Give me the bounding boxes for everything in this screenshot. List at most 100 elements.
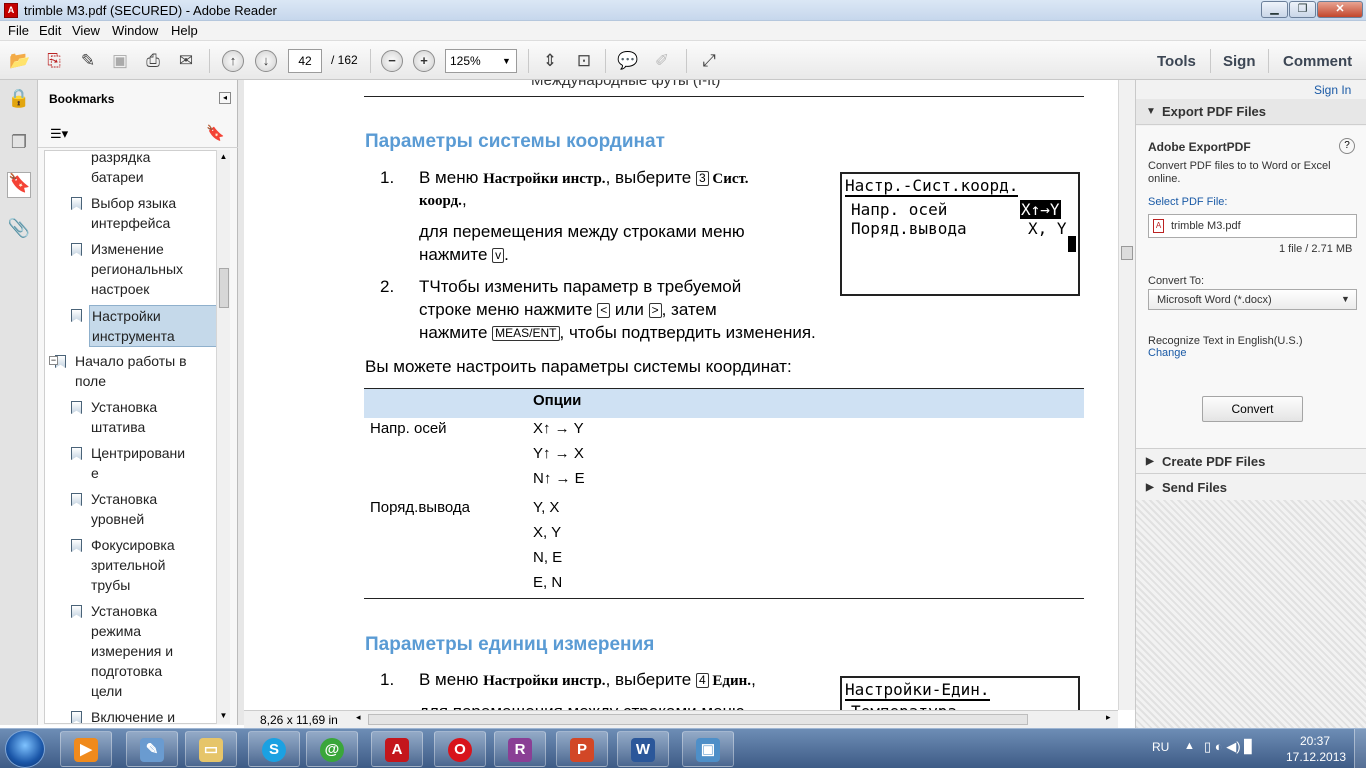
- key: MEAS/ENT: [492, 326, 560, 341]
- clock-date[interactable]: 17.12.2013: [1286, 750, 1346, 764]
- taskbar-skype[interactable]: S: [248, 731, 300, 767]
- taskbar-word[interactable]: W: [617, 731, 669, 767]
- step-text: ТЧтобы изменить параметр в требуемой: [419, 277, 742, 296]
- bookmark-item[interactable]: Фокусировка зрительной трубы: [89, 535, 221, 595]
- tray-expand-icon[interactable]: ▲: [1184, 740, 1195, 752]
- menu-window[interactable]: Window: [112, 23, 158, 38]
- help-icon[interactable]: ?: [1339, 138, 1355, 154]
- taskbar-powerpoint[interactable]: P: [556, 731, 608, 767]
- screen-label: Поряд.вывода: [851, 219, 967, 238]
- show-desktop-button[interactable]: [1354, 729, 1366, 768]
- language-indicator[interactable]: RU: [1152, 740, 1169, 754]
- taskbar-explorer[interactable]: ▭: [185, 731, 237, 767]
- new-bookmark-icon[interactable]: 🔖: [206, 124, 225, 142]
- text: В меню: [419, 670, 484, 689]
- create-pdf-header[interactable]: ▶ Create PDF Files: [1136, 448, 1366, 474]
- bookmark-item[interactable]: Включение и: [89, 707, 221, 723]
- export-pdf-header[interactable]: ▼ Export PDF Files: [1136, 99, 1366, 125]
- bookmark-item[interactable]: Изменение региональных настроек: [89, 239, 221, 299]
- lock-icon[interactable]: 🔒: [7, 88, 31, 114]
- horizontal-scroll-thumb[interactable]: [368, 714, 1028, 725]
- menu-help[interactable]: Help: [171, 23, 198, 38]
- open-folder-icon[interactable]: 📂: [8, 49, 32, 73]
- taskbar: ▶ ✎ ▭ S @ A O R P W ▣ RU ▲ ▯ ◐ ◀) ▊ 20:3…: [0, 728, 1366, 768]
- step-text: нажмите v.: [419, 245, 509, 265]
- step-number: 2.: [380, 277, 395, 296]
- change-link[interactable]: Change: [1148, 347, 1187, 359]
- zoom-in-icon[interactable]: +: [413, 50, 435, 72]
- maximize-button[interactable]: ❐: [1289, 1, 1316, 18]
- scroll-down-icon[interactable]: ▼: [218, 710, 229, 722]
- highlight-icon[interactable]: ✐: [650, 49, 674, 73]
- menu-view[interactable]: View: [72, 23, 100, 38]
- word-icon: W: [631, 738, 655, 762]
- taskbar-photo-viewer[interactable]: ▣: [682, 731, 734, 767]
- close-button[interactable]: ✕: [1317, 1, 1363, 18]
- scroll-left-icon[interactable]: ◂: [356, 712, 361, 723]
- bookmark-label: измерения и: [91, 643, 174, 659]
- pages-icon[interactable]: ❐: [7, 132, 31, 158]
- previous-page-icon[interactable]: ↑: [222, 50, 244, 72]
- next-page-icon[interactable]: ↓: [255, 50, 277, 72]
- fit-page-icon[interactable]: ⇕: [538, 49, 562, 73]
- step-text: В меню Настройки инстр., выберите 3 Сист…: [419, 168, 749, 188]
- minimize-button[interactable]: ▁: [1261, 1, 1288, 18]
- selected-file-box[interactable]: A trimble M3.pdf: [1148, 214, 1357, 238]
- scroll-up-icon[interactable]: ▲: [218, 151, 229, 163]
- bookmark-item[interactable]: Установка уровней: [89, 489, 221, 529]
- create-pdf-icon[interactable]: ⎘: [42, 49, 66, 73]
- table-option: N, E: [533, 549, 563, 566]
- document-scrollbar[interactable]: [1118, 80, 1135, 710]
- taskbar-adobe-reader[interactable]: A: [371, 731, 423, 767]
- tray-icons[interactable]: ▯ ◐ ◀) ▊: [1204, 739, 1254, 755]
- send-files-header[interactable]: ▶ Send Files: [1136, 475, 1366, 501]
- options-menu-icon[interactable]: ☰▾: [50, 126, 68, 142]
- sign-tab[interactable]: Sign: [1223, 53, 1256, 70]
- key: v: [492, 248, 505, 263]
- bookmark-label: региональных: [91, 261, 184, 277]
- email-icon[interactable]: ✉: [174, 49, 198, 73]
- bookmark-item[interactable]: Установка штатива: [89, 397, 221, 437]
- menu-edit[interactable]: Edit: [39, 23, 61, 38]
- edit-pdf-icon[interactable]: ✎: [76, 49, 100, 73]
- bookmark-icon: [71, 447, 82, 460]
- scroll-right-icon[interactable]: ▸: [1106, 712, 1111, 723]
- convert-button[interactable]: Convert: [1202, 396, 1303, 422]
- bookmark-item[interactable]: Центрировани е: [89, 443, 221, 483]
- bookmark-item[interactable]: Настройки инструмента: [89, 305, 221, 347]
- taskbar-paint[interactable]: ✎: [126, 731, 178, 767]
- collapse-panel-icon[interactable]: ◂: [219, 92, 231, 104]
- print-icon[interactable]: ⎙: [141, 49, 165, 73]
- save-icon[interactable]: ▣: [108, 49, 132, 73]
- taskbar-media-player[interactable]: ▶: [60, 731, 112, 767]
- bookmark-item[interactable]: Выбор языка интерфейса: [89, 193, 221, 233]
- bookmarks-tree: разрядка батареи Выбор языка интерфейса Изме…: [44, 150, 230, 724]
- start-button[interactable]: [5, 730, 45, 768]
- bookmark-item[interactable]: разрядка батареи: [89, 151, 221, 187]
- bookmarks-panel-icon[interactable]: 🔖: [7, 172, 31, 198]
- bookmark-item[interactable]: Установка режима измерения и подготовка цели: [89, 601, 221, 701]
- clock-time[interactable]: 20:37: [1300, 734, 1330, 748]
- scroll-thumb[interactable]: [1121, 246, 1133, 260]
- tools-tab[interactable]: Tools: [1157, 53, 1196, 70]
- page-number-input[interactable]: 42: [288, 49, 322, 73]
- rule: [364, 598, 1084, 599]
- taskbar-winrar[interactable]: R: [494, 731, 546, 767]
- fullscreen-icon[interactable]: ⤢: [697, 49, 721, 73]
- bookmarks-scrollbar[interactable]: ▲ ▼: [216, 150, 230, 724]
- sign-in-link[interactable]: Sign In: [1314, 83, 1351, 97]
- zoom-out-icon[interactable]: −: [381, 50, 403, 72]
- fit-width-icon[interactable]: ⊡: [572, 49, 596, 73]
- comment-tab[interactable]: Comment: [1283, 53, 1352, 70]
- bookmark-item[interactable]: Начало работы в поле: [73, 351, 221, 391]
- key: >: [648, 303, 662, 318]
- comment-bubble-icon[interactable]: 💬: [616, 49, 640, 73]
- scroll-thumb[interactable]: [219, 268, 229, 308]
- menu-file[interactable]: File: [8, 23, 29, 38]
- taskbar-opera[interactable]: O: [434, 731, 486, 767]
- collapse-node-icon[interactable]: −: [49, 356, 58, 365]
- attachments-icon[interactable]: 📎: [7, 218, 31, 244]
- convert-to-select[interactable]: Microsoft Word (*.docx) ▼: [1148, 289, 1357, 310]
- zoom-select[interactable]: 125% ▼: [445, 49, 517, 73]
- taskbar-agent[interactable]: @: [306, 731, 358, 767]
